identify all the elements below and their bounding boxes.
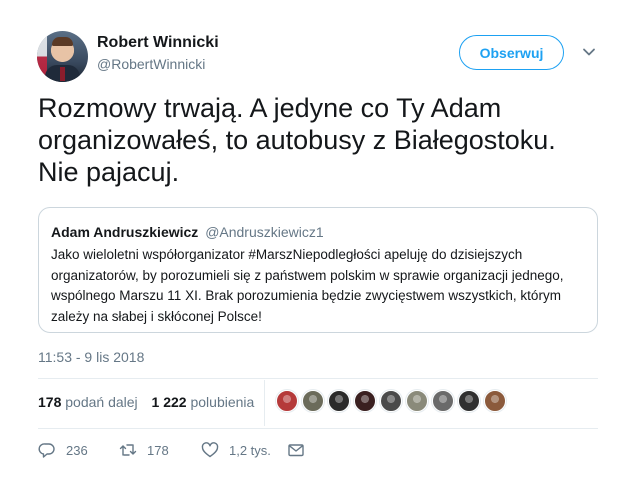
quoted-tweet-header: Adam Andruszkiewicz @Andruszkiewicz1	[51, 224, 324, 240]
like-count: 1,2 tys.	[229, 442, 271, 458]
quoted-author-handle: @Andruszkiewicz1	[205, 224, 324, 240]
quoted-tweet[interactable]: Adam Andruszkiewicz @Andruszkiewicz1 Jak…	[38, 207, 598, 333]
envelope-icon	[288, 444, 304, 457]
retweets-count: 178	[38, 394, 62, 410]
stats-separator	[264, 380, 265, 426]
likes-count: 1 222	[151, 394, 187, 410]
liker-avatar[interactable]	[276, 390, 298, 412]
tweet-card: Robert Winnicki @RobertWinnicki Obserwuj…	[0, 0, 633, 484]
tweet-stats: 178 podań dalej 1 222 polubienia	[38, 394, 254, 410]
retweets-stat[interactable]: 178 podań dalej	[38, 394, 138, 410]
divider	[38, 428, 598, 429]
liker-avatar[interactable]	[302, 390, 324, 412]
direct-message-button[interactable]	[287, 441, 305, 459]
likes-label: polubienia	[190, 394, 255, 410]
author-avatar[interactable]	[37, 31, 88, 82]
likes-stat[interactable]: 1 222 polubienia	[152, 394, 255, 410]
reply-count: 236	[66, 442, 88, 458]
quoted-author-name: Adam Andruszkiewicz	[51, 224, 199, 240]
author-handle[interactable]: @RobertWinnicki	[97, 56, 205, 72]
liker-avatar[interactable]	[380, 390, 402, 412]
reply-icon	[38, 443, 55, 458]
liker-avatar[interactable]	[328, 390, 350, 412]
author-name[interactable]: Robert Winnicki	[97, 34, 219, 52]
divider	[38, 378, 598, 379]
follow-button[interactable]: Obserwuj	[459, 35, 564, 70]
liker-avatar[interactable]	[354, 390, 376, 412]
reply-button[interactable]: 236	[38, 441, 119, 459]
heart-icon	[201, 442, 219, 458]
retweet-button[interactable]: 178	[119, 441, 201, 459]
liker-avatar[interactable]	[484, 390, 506, 412]
retweet-count: 178	[147, 442, 169, 458]
liker-avatar[interactable]	[458, 390, 480, 412]
tweet-timestamp[interactable]: 11:53 - 9 lis 2018	[38, 349, 144, 365]
tweet-text: Rozmowy trwają. A jedyne co Ty Adam orga…	[38, 93, 556, 187]
tweet-actions: 236 178 1,2 tys.	[38, 438, 305, 462]
chevron-down-icon[interactable]	[582, 45, 596, 59]
quoted-tweet-text: Jako wieloletni współorganizator #MarszN…	[51, 247, 564, 324]
retweets-label: podań dalej	[65, 394, 138, 410]
liker-avatar[interactable]	[432, 390, 454, 412]
retweet-icon	[119, 444, 137, 456]
like-button[interactable]: 1,2 tys.	[201, 441, 287, 459]
liker-avatar[interactable]	[406, 390, 428, 412]
likers-avatar-list	[276, 390, 506, 412]
